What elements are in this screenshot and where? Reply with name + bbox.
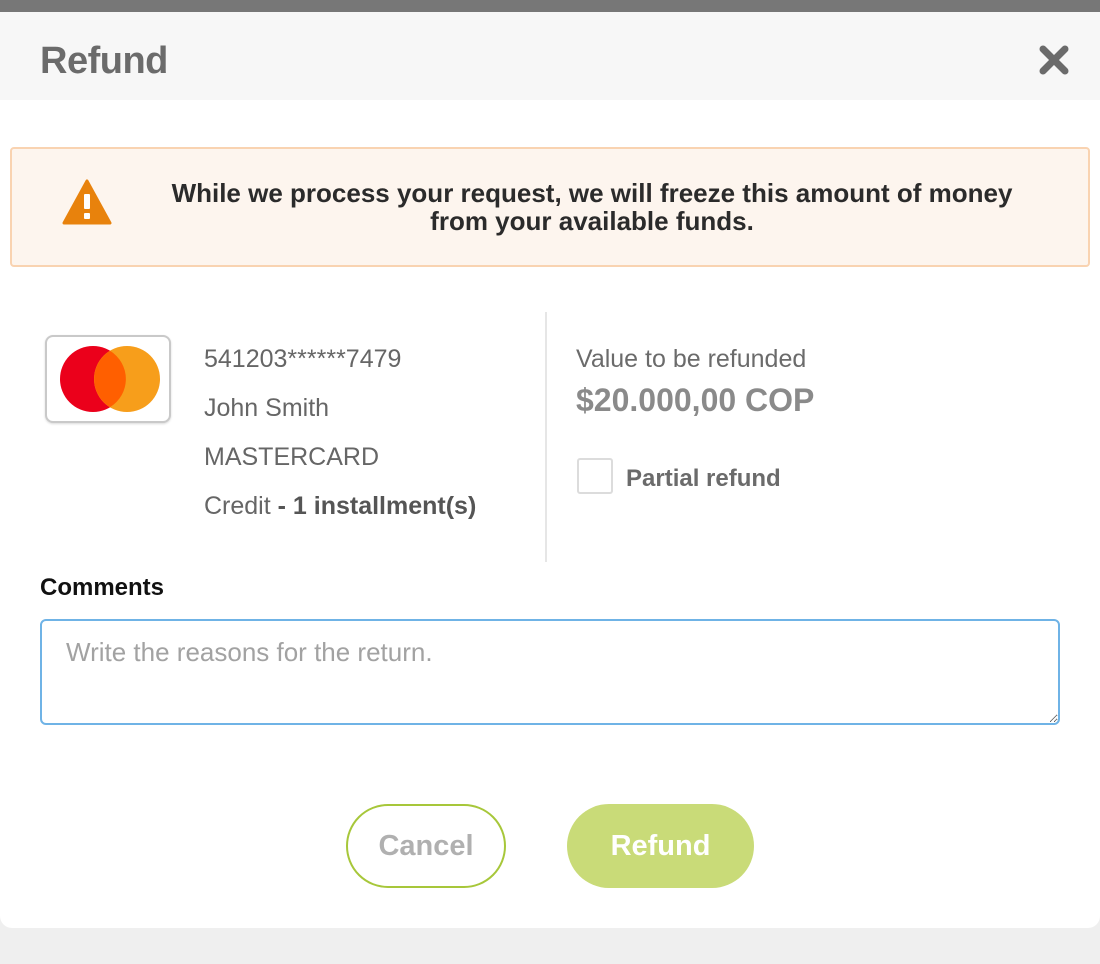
warning-icon bbox=[62, 179, 112, 225]
card-details: 541203******7479 John Smith MASTERCARD C… bbox=[204, 344, 476, 540]
partial-refund-label[interactable]: Partial refund bbox=[626, 465, 781, 493]
alert-message: While we process your request, we will f… bbox=[142, 179, 1042, 235]
vertical-divider bbox=[545, 312, 547, 562]
mastercard-logo bbox=[45, 335, 171, 423]
refund-value-label: Value to be refunded bbox=[576, 345, 807, 373]
card-holder: John Smith bbox=[204, 394, 330, 422]
comments-label: Comments bbox=[40, 574, 165, 601]
refund-amount: $20.000,00 COP bbox=[576, 382, 815, 418]
partial-refund-checkbox[interactable] bbox=[577, 458, 613, 494]
modal-title: Refund bbox=[40, 40, 168, 82]
alert-line-2: from your available funds. bbox=[430, 206, 754, 236]
card-brand: MASTERCARD bbox=[204, 443, 380, 471]
top-bar bbox=[0, 0, 1100, 12]
comments-field[interactable] bbox=[40, 619, 1060, 725]
card-type: Credit bbox=[204, 492, 271, 520]
modal-header: Refund bbox=[0, 12, 1100, 100]
close-icon[interactable] bbox=[1034, 40, 1074, 80]
cancel-button[interactable]: Cancel bbox=[346, 804, 506, 888]
refund-button[interactable]: Refund bbox=[567, 804, 754, 888]
card-number: 541203******7479 bbox=[204, 345, 402, 373]
card-payment-type: Credit - 1 installment(s) bbox=[204, 491, 476, 540]
refund-modal: Refund While we process your request, we… bbox=[0, 12, 1100, 928]
alert-line-1: While we process your request, we will f… bbox=[171, 178, 1013, 208]
warning-alert: While we process your request, we will f… bbox=[10, 147, 1090, 267]
card-installments: - 1 installment(s) bbox=[277, 492, 477, 520]
